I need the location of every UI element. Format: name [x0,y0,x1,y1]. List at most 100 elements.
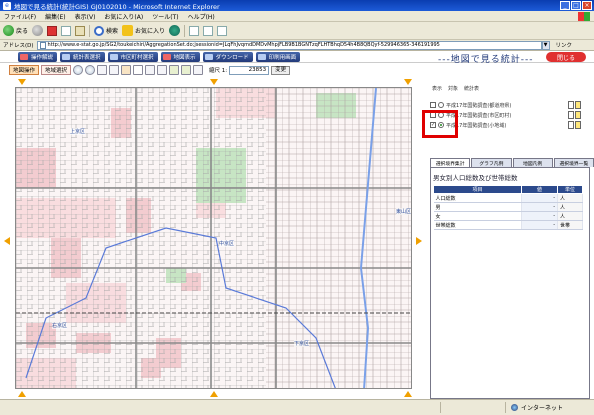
pan-south-arrow-icon[interactable] [210,391,218,397]
edit-button[interactable] [217,25,228,36]
table-row: 男 - 人 [433,202,583,212]
select-arrow-icon[interactable] [133,65,144,75]
menu-favorites[interactable]: お気に入り(A) [104,12,143,21]
close-window-button[interactable]: × [582,1,592,10]
search-button[interactable]: 検索 [94,25,119,36]
menu-tools[interactable]: ツール(T) [152,12,178,21]
menu-edit[interactable]: 編集(E) [45,12,65,21]
media-button[interactable] [169,25,181,36]
row-unit: 人 [557,202,583,212]
refresh-button[interactable] [61,25,72,36]
nav-print-button[interactable]: 印刷用画面 [255,51,301,62]
clear-selection-icon[interactable] [193,65,204,75]
layer-tools-small-area[interactable] [568,121,582,129]
col-header-unit: 単位 [557,185,583,194]
zoom-in-icon[interactable] [73,65,84,75]
info-icon[interactable] [145,65,156,75]
row-value: - [521,220,558,230]
zoom-box-icon[interactable] [97,65,108,75]
layer-list-header: 表示 対象 統計表 [430,78,594,92]
tab-map-legend[interactable]: 地図凡例 [512,158,553,167]
nav-municipality-select-button[interactable]: 市区町村選択 [107,51,158,62]
nav-help-button[interactable]: 操作解説 [18,51,58,62]
menu-view[interactable]: 表示(V) [75,12,96,21]
status-bar: インターネット [0,399,594,415]
pan-hand-icon[interactable] [121,65,132,75]
measure-icon[interactable] [157,65,168,75]
mail-button[interactable] [189,25,200,36]
links-button[interactable]: リンク [556,41,573,49]
col-header-item: 項目 [433,185,522,194]
tab-selected-summary[interactable]: 選択境界集計 [430,158,471,167]
window-title: 地図で見る統計(統計GIS) GJ0102010 - Microsoft Int… [14,2,220,11]
layer-tools-prefecture[interactable] [568,101,582,109]
pan-west-arrow-icon[interactable] [4,237,10,245]
menu-help[interactable]: ヘルプ(H) [188,12,215,21]
pan-southeast-arrow-icon[interactable] [404,391,412,397]
map-canvas[interactable]: 中京区 下京区 右京区 東山区 上京区 [15,87,412,389]
close-app-button[interactable]: 閉じる [546,52,586,62]
star-icon [122,25,134,36]
map-frame: 中京区 下京区 右京区 東山区 上京区 [0,77,428,399]
row-item: 人口総数 [433,193,522,203]
header-target: 対象 [448,86,459,92]
maximize-button[interactable]: □ [571,1,581,10]
nav-map-display-button[interactable]: 地図表示 [160,51,200,62]
address-dropdown-button[interactable]: ▼ [541,40,550,50]
zoom-out-icon[interactable] [85,65,96,75]
pan-north-arrow-icon[interactable] [210,79,218,85]
map-label-ukyo: 右京区 [52,322,68,329]
print-button[interactable] [203,25,214,36]
header-table: 統計表 [464,86,480,92]
pan-northeast-arrow-icon[interactable] [404,79,412,85]
stats-box: 男女別人口総数及び世帯総数 項目 値 単位 人口総数 - 人 男 - 人 女 -… [430,167,590,399]
scale-label: 縮尺 1: [209,68,228,74]
layer-radio-prefecture[interactable] [438,102,444,108]
row-value: - [521,193,558,203]
security-zone: インターネット [521,405,564,412]
nav-table-select-button[interactable]: 統計表選択 [60,51,105,62]
pan-southwest-arrow-icon[interactable] [18,391,26,397]
table-row: 女 - 人 [433,211,583,221]
pan-east-arrow-icon[interactable] [416,237,422,245]
row-unit: 世帯 [557,220,583,230]
toolbar-separator [184,24,186,37]
highlight-box [422,110,458,138]
panel-tabs: 選択境界集計 グラフ凡例 地図凡例 選択境界一覧 [430,158,594,167]
scale-input[interactable]: 23853 [229,65,270,75]
tab-boundary-list[interactable]: 選択境界一覧 [553,158,594,167]
back-button[interactable]: 戻る [3,25,28,36]
col-header-value: 値 [521,185,558,194]
favorites-button[interactable]: お気に入り [122,25,165,36]
layer-row-prefecture: 平成17年国勢調査(都道府県) [430,100,594,110]
scale-apply-button[interactable]: 変更 [271,65,291,75]
home-button[interactable] [75,25,86,36]
minimize-button[interactable]: _ [560,1,570,10]
table-row: 世帯総数 - 世帯 [433,220,583,230]
tab-region-select[interactable]: 地域選択 [41,65,72,75]
tab-map-operation[interactable]: 地図操作 [9,65,40,75]
stop-button[interactable] [47,25,58,36]
address-input[interactable]: http://www.e-stat.go.jp/SG2/toukeichiri/… [36,40,542,50]
menu-bar: ファイル(F) 編集(E) 表示(V) お気に入り(A) ツール(T) ヘルプ(… [0,11,594,22]
polygon-select-icon[interactable] [169,65,180,75]
nav-download-button[interactable]: ダウンロード [202,51,253,62]
document-icon [568,121,574,129]
search-icon [94,25,105,36]
layer-tools-municipality[interactable] [568,111,582,119]
status-pane [440,402,506,413]
line-select-icon[interactable] [181,65,192,75]
pan-northwest-arrow-icon[interactable] [18,79,26,85]
app-title: ---地図で見る統計--- [438,55,534,65]
tab-graph-legend[interactable]: グラフ凡例 [471,158,512,167]
browser-toolbar: 戻る 検索 お気に入り [0,22,594,40]
address-label: アドレス(D) [3,43,34,49]
globe-icon [511,404,518,411]
forward-button[interactable] [32,25,44,36]
search-label: 検索 [106,28,119,35]
full-extent-icon[interactable] [109,65,120,75]
layer-checkbox-prefecture[interactable] [430,102,436,108]
favorites-label: お気に入り [135,28,166,35]
menu-file[interactable]: ファイル(F) [4,12,36,21]
header-display: 表示 [432,86,443,92]
